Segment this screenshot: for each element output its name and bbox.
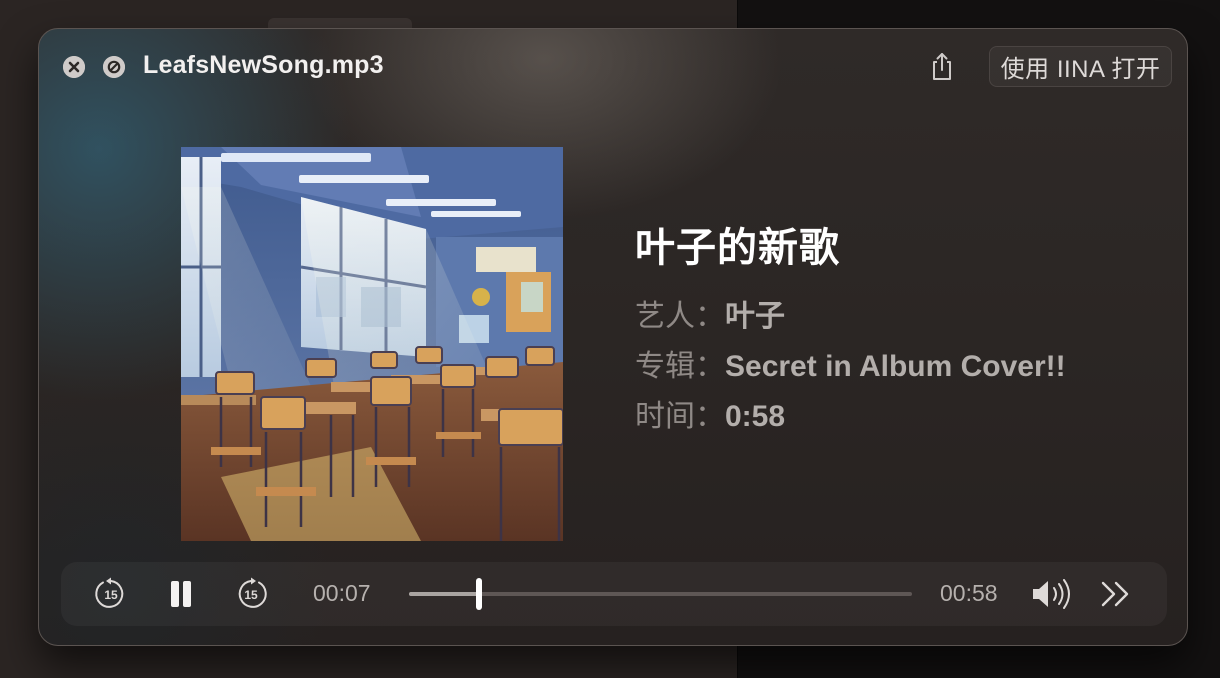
- skip-forward-15-icon: 15: [238, 577, 267, 608]
- volume-button[interactable]: [1029, 576, 1073, 612]
- total-time: 00:58: [940, 580, 998, 606]
- artist-row: 艺人： 叶子: [635, 291, 1066, 341]
- duration-value: 0:58: [725, 400, 786, 433]
- current-time: 00:07: [313, 580, 371, 606]
- song-title: 叶子的新歌: [635, 226, 840, 270]
- open-with-iina-button[interactable]: 使用 IINA 打开: [989, 46, 1172, 87]
- chevron-double-right-icon: [1101, 581, 1129, 607]
- skip-forward-button[interactable]: 15: [233, 576, 269, 612]
- album-label: 专辑：: [635, 350, 725, 383]
- pause-button[interactable]: [166, 578, 196, 610]
- window-title: LeafsNewSong.mp3: [143, 51, 384, 79]
- close-icon: [63, 56, 85, 78]
- progress-knob[interactable]: [476, 578, 483, 610]
- skip-back-15-icon: 15: [95, 577, 124, 608]
- share-button[interactable]: [927, 49, 957, 83]
- skip-forward-seconds: 15: [244, 588, 258, 602]
- stop-button[interactable]: [103, 56, 125, 78]
- pause-icon: [171, 581, 191, 607]
- album-value: Secret in Album Cover!!: [725, 350, 1066, 383]
- artist-label: 艺人：: [635, 300, 725, 333]
- stop-icon: [103, 56, 125, 78]
- duration-label: 时间：: [635, 400, 725, 433]
- duration-row: 时间： 0:58: [635, 391, 1066, 441]
- track-info: 叶子的新歌 艺人： 叶子 专辑： Secret in Album Cover!!…: [635, 215, 1066, 441]
- skip-back-seconds: 15: [104, 588, 118, 602]
- progress-fill: [409, 592, 480, 596]
- share-icon: [933, 53, 951, 80]
- progress-bar[interactable]: [409, 592, 912, 596]
- more-button[interactable]: [1099, 578, 1133, 610]
- quicklook-window: LeafsNewSong.mp3 使用 IINA 打开 叶子的新歌 艺人： 叶子…: [38, 28, 1188, 646]
- close-button[interactable]: [63, 56, 85, 78]
- skip-back-button[interactable]: 15: [93, 576, 129, 612]
- album-row: 专辑： Secret in Album Cover!!: [635, 341, 1066, 391]
- artist-value: 叶子: [725, 300, 785, 333]
- album-cover: [181, 147, 563, 541]
- speaker-volume-icon: [1033, 579, 1070, 609]
- playback-controls: 15 15 00:07 00:58: [61, 562, 1167, 626]
